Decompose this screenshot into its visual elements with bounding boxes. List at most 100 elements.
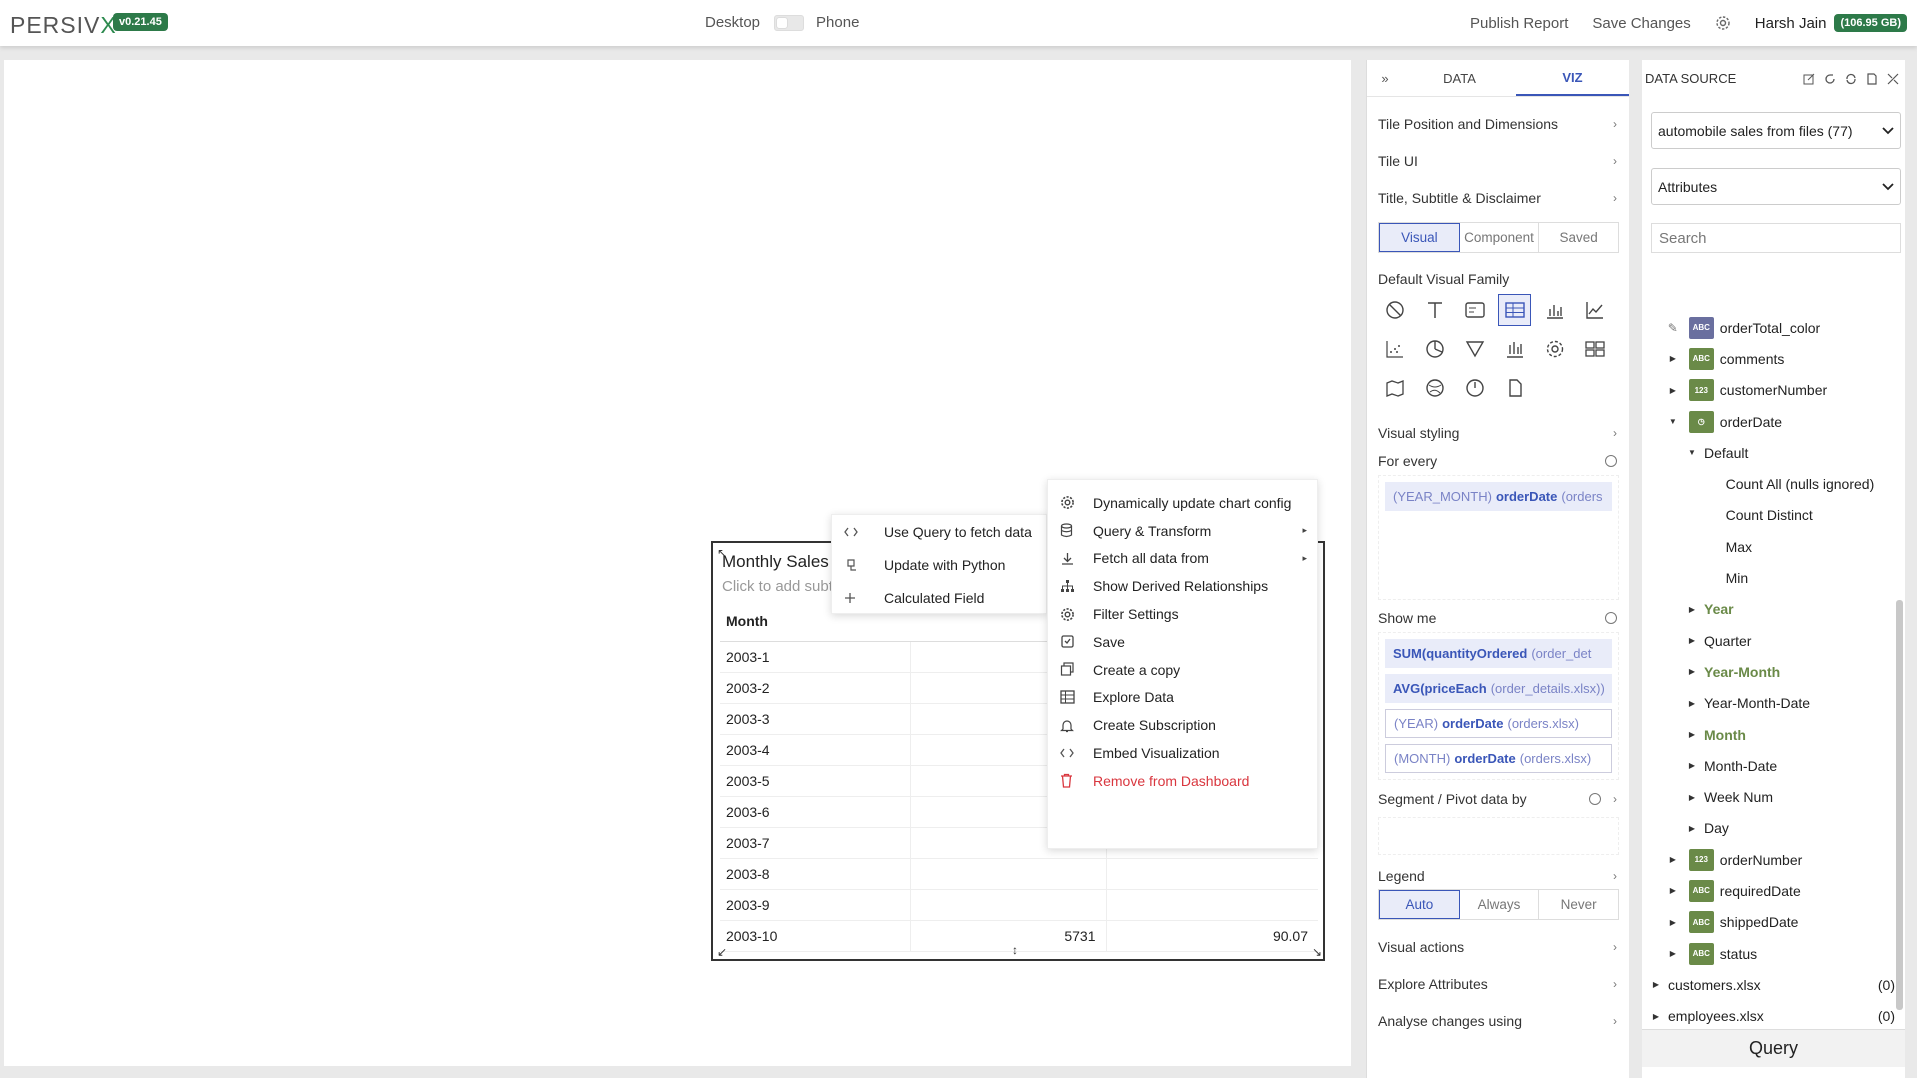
resize-handle-bl[interactable]: ↙: [717, 945, 727, 959]
edit-icon[interactable]: [1803, 73, 1815, 85]
table-row[interactable]: 2003-10 5731 90.07: [720, 920, 1318, 952]
context-menu-item[interactable]: Dynamically update chart config: [1048, 489, 1317, 517]
tree-node[interactable]: ▶ 123 customerNumber: [1642, 375, 1905, 406]
attribute-search-input[interactable]: Search: [1651, 223, 1901, 253]
custom-visual-gear-icon[interactable]: [1538, 333, 1571, 365]
document-visual-icon[interactable]: [1498, 372, 1531, 404]
caret-down-icon[interactable]: ▼: [1686, 448, 1698, 457]
analyse-changes-row[interactable]: Analyse changes using ›: [1367, 1002, 1629, 1039]
reset-icon[interactable]: [1589, 792, 1601, 805]
tree-node[interactable]: ▶ Month-Date: [1642, 750, 1905, 781]
show-me-dropzone[interactable]: SUM(quantityOrdered (order_det AVG(priceEa…: [1378, 632, 1619, 780]
tree-node[interactable]: ▶ customers.xlsx (0): [1642, 969, 1905, 1000]
edit-pencil-icon[interactable]: ✎: [1667, 321, 1679, 335]
show-me-chip[interactable]: (MONTH) orderDate (orders.xlsx): [1385, 744, 1612, 773]
caret-right-icon[interactable]: ▶: [1667, 949, 1679, 958]
legend-always[interactable]: Always: [1460, 890, 1540, 919]
tab-data[interactable]: DATA: [1403, 60, 1516, 96]
context-menu-item[interactable]: Show Derived Relationships: [1048, 572, 1317, 600]
tile-ui-row[interactable]: Tile UI ›: [1367, 142, 1629, 179]
tree-node[interactable]: ▶ Month: [1642, 719, 1905, 750]
caret-down-icon[interactable]: ▼: [1667, 417, 1679, 426]
caret-right-icon[interactable]: ▶: [1686, 605, 1698, 614]
submenu-item[interactable]: Use Query to fetch data: [832, 515, 1046, 548]
visual-styling-row[interactable]: Visual styling ›: [1367, 414, 1629, 451]
segment-dropzone[interactable]: [1378, 817, 1619, 855]
tree-node[interactable]: ▶ Year-Month-Date: [1642, 688, 1905, 719]
context-menu-item[interactable]: Create Subscription: [1048, 711, 1317, 739]
caret-right-icon[interactable]: ▶: [1667, 386, 1679, 395]
publish-report-button[interactable]: Publish Report: [1470, 15, 1568, 32]
phone-label[interactable]: Phone: [816, 14, 859, 31]
segment-component[interactable]: Component: [1460, 223, 1540, 252]
submenu-item[interactable]: Calculated Field: [832, 581, 1046, 614]
caret-right-icon[interactable]: ▶: [1686, 667, 1698, 676]
tree-node[interactable]: ▶ employees.xlsx (0): [1642, 1001, 1905, 1032]
caret-right-icon[interactable]: ▶: [1650, 980, 1662, 989]
caret-right-icon[interactable]: ▶: [1686, 699, 1698, 708]
settings-gear-icon[interactable]: [1715, 15, 1731, 31]
tree-node[interactable]: ▶ ABC shippedDate: [1642, 907, 1905, 938]
tree-node[interactable]: ✎ ABC orderTotal_color: [1642, 312, 1905, 343]
attributes-select[interactable]: Attributes: [1651, 168, 1901, 205]
tile-title[interactable]: Monthly Sales: [722, 552, 829, 572]
caret-right-icon[interactable]: ▶: [1667, 918, 1679, 927]
tree-node[interactable]: ▶ 123 orderNumber: [1642, 844, 1905, 875]
query-button[interactable]: Query: [1642, 1029, 1905, 1067]
visual-actions-row[interactable]: Visual actions ›: [1367, 928, 1629, 965]
tab-viz[interactable]: VIZ: [1516, 60, 1629, 96]
context-menu-item[interactable]: Save: [1048, 628, 1317, 656]
tree-node[interactable]: ▶ ABC requiredDate: [1642, 875, 1905, 906]
collapse-icon[interactable]: [1887, 73, 1899, 85]
caret-right-icon[interactable]: ▶: [1686, 730, 1698, 739]
table-row[interactable]: 2003-9: [720, 889, 1318, 921]
pie-chart-visual-icon[interactable]: [1418, 333, 1451, 365]
context-menu-item[interactable]: Explore Data: [1048, 684, 1317, 712]
tree-node[interactable]: ▶ Day: [1642, 813, 1905, 844]
context-menu-item[interactable]: Fetch all data from ▸: [1048, 545, 1317, 573]
caret-right-icon[interactable]: ▶: [1667, 354, 1679, 363]
user-name[interactable]: Harsh Jain: [1755, 15, 1827, 32]
none-visual-icon[interactable]: [1378, 294, 1411, 326]
tree-node[interactable]: ▼ ◷ orderDate: [1642, 406, 1905, 437]
for-every-dropzone[interactable]: (YEAR_MONTH) orderDate (orders: [1378, 475, 1619, 600]
tree-node[interactable]: Count All (nulls ignored): [1642, 468, 1905, 499]
resize-handle-bottom[interactable]: ↕: [1012, 943, 1018, 957]
layout-visual-icon[interactable]: [1578, 333, 1611, 365]
segment-visual[interactable]: Visual: [1379, 223, 1460, 252]
refresh-icon[interactable]: [1824, 73, 1836, 85]
tree-node[interactable]: Min: [1642, 562, 1905, 593]
title-subtitle-row[interactable]: Title, Subtitle & Disclaimer ›: [1367, 179, 1629, 216]
table-visual-icon[interactable]: [1498, 294, 1531, 326]
candlestick-visual-icon[interactable]: [1498, 333, 1531, 365]
explore-attributes-row[interactable]: Explore Attributes ›: [1367, 965, 1629, 1002]
show-me-chip[interactable]: AVG(priceEach (order_details.xlsx)): [1385, 674, 1612, 703]
context-menu-item[interactable]: Filter Settings: [1048, 600, 1317, 628]
tree-node[interactable]: ▶ Year-Month: [1642, 656, 1905, 687]
tree-node[interactable]: ▼ Default: [1642, 437, 1905, 468]
show-me-chip[interactable]: (YEAR) orderDate (orders.xlsx): [1385, 709, 1612, 738]
submenu-item[interactable]: Update with Python: [832, 548, 1046, 581]
context-menu-item[interactable]: Embed Visualization: [1048, 739, 1317, 767]
desktop-label[interactable]: Desktop: [705, 14, 760, 31]
tree-node[interactable]: ▶ ABC comments: [1642, 343, 1905, 374]
context-menu-item[interactable]: Remove from Dashboard: [1048, 767, 1317, 795]
sync-icon[interactable]: [1845, 73, 1857, 85]
caret-right-icon[interactable]: ▶: [1686, 761, 1698, 770]
for-every-chip[interactable]: (YEAR_MONTH) orderDate (orders: [1385, 482, 1612, 511]
tree-node[interactable]: ▶ ABC status: [1642, 938, 1905, 969]
tree-node[interactable]: Max: [1642, 531, 1905, 562]
reset-icon[interactable]: [1605, 612, 1617, 624]
tree-scrollbar[interactable]: [1896, 600, 1903, 1010]
save-changes-button[interactable]: Save Changes: [1592, 15, 1690, 32]
tree-node[interactable]: ▶ Week Num: [1642, 781, 1905, 812]
show-me-chip[interactable]: SUM(quantityOrdered (order_det: [1385, 639, 1612, 668]
gauge-visual-icon[interactable]: [1458, 372, 1491, 404]
reset-icon[interactable]: [1605, 455, 1617, 467]
tree-node[interactable]: ▶ Year: [1642, 594, 1905, 625]
segment-pivot-row[interactable]: Segment / Pivot data by ›: [1367, 780, 1629, 817]
caret-right-icon[interactable]: ▶: [1667, 855, 1679, 864]
tree-node[interactable]: ▶ Quarter: [1642, 625, 1905, 656]
scatter-visual-icon[interactable]: [1378, 333, 1411, 365]
tree-node[interactable]: Count Distinct: [1642, 500, 1905, 531]
